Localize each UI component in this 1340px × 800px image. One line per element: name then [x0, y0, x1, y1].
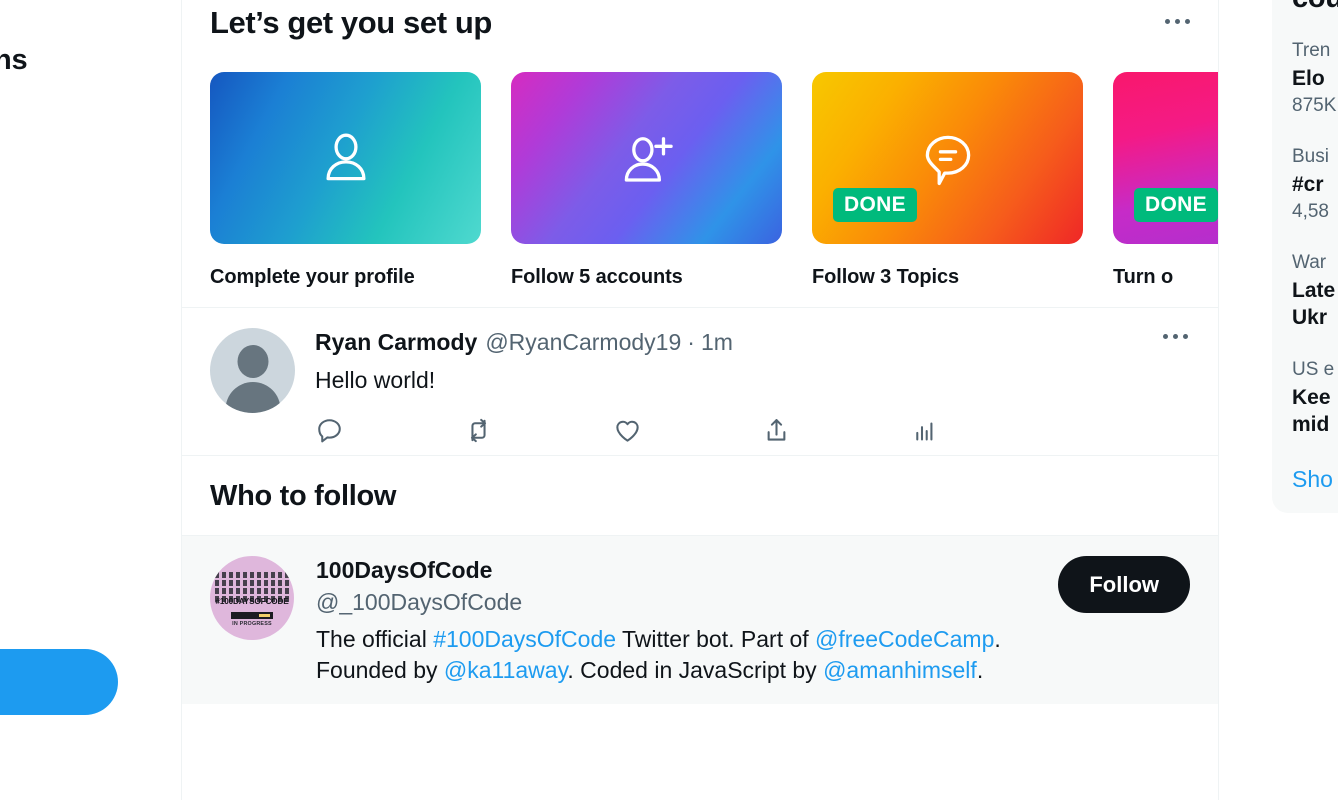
main-timeline-column: Let’s get you set up: [181, 0, 1219, 800]
avatar-progress-bar: [231, 612, 273, 619]
bio-text: .: [977, 657, 983, 683]
avatar[interactable]: [210, 328, 295, 413]
tweet-meta-separator: ·: [687, 328, 695, 356]
who-to-follow-item[interactable]: #100DAYSOFCODE IN PROGRESS 100DaysOfCode…: [182, 536, 1218, 704]
person-add-outline-icon: [614, 125, 680, 191]
setup-card-done-badge: DONE: [833, 188, 917, 222]
bio-text: Twitter bot. Part of: [616, 626, 815, 652]
bio-mention-link[interactable]: @ka11away: [444, 657, 568, 683]
trends-title-line: cou: [1292, 0, 1338, 16]
setup-card[interactable]: Complete your profile: [210, 72, 481, 289]
follow-button[interactable]: Follow: [1058, 556, 1190, 613]
trend-item[interactable]: Tren Elo 875K: [1272, 26, 1338, 132]
trends-card-title: The pro cou: [1272, 0, 1338, 26]
setup-card-label: Turn o: [1113, 266, 1219, 289]
tweet-header: Ryan Carmody @RyanCarmody19 · 1m: [315, 328, 1190, 356]
trend-name: Elo: [1292, 65, 1338, 92]
setup-card-label: Follow 5 accounts: [511, 266, 782, 289]
tweet-text: Hello world!: [315, 365, 1190, 395]
trend-category: Busi: [1292, 145, 1338, 169]
who-to-follow-module: Who to follow #100DAYSOFCODE IN PROGRESS…: [182, 456, 1218, 704]
trend-name: Late Ukr: [1292, 277, 1338, 331]
trend-name: Kee mid: [1292, 384, 1338, 438]
bio-text: .: [994, 626, 1000, 652]
setup-module-divider: [182, 289, 1218, 308]
bio-text: The official: [316, 626, 433, 652]
bio-hashtag-link[interactable]: #100DaysOfCode: [433, 626, 616, 652]
who-to-follow-body: 100DaysOfCode @_100DaysOfCode The offici…: [294, 556, 1190, 686]
tweet-action-bar: [315, 416, 1060, 445]
avatar-label: #100DAYSOFCODE: [210, 597, 294, 606]
avatar-body: [225, 382, 280, 413]
bio-text: Founded by: [316, 657, 444, 683]
setup-cards-row: Complete your profile Follow 5 ac: [182, 46, 1218, 289]
tweet-body: Ryan Carmody @RyanCarmody19 · 1m Hello w…: [295, 328, 1190, 445]
who-to-follow-bio: The official #100DaysOfCode Twitter bot.…: [316, 624, 1190, 686]
trend-item[interactable]: Busi #cr 4,58: [1272, 132, 1338, 238]
who-to-follow-title: Who to follow: [210, 480, 1190, 513]
trends-card: The pro cou Tren Elo 875K Busi #cr 4,58 …: [1272, 0, 1338, 513]
tweet-analytics-button[interactable]: [911, 416, 1060, 445]
setup-card-art: DONE: [812, 72, 1083, 244]
tweet-author-name[interactable]: Ryan Carmody: [315, 328, 477, 356]
trend-item[interactable]: War Late Ukr: [1272, 238, 1338, 345]
bio-mention-link[interactable]: @freeCodeCamp: [815, 626, 994, 652]
trend-name: #cr: [1292, 171, 1338, 198]
tweet-more-icon[interactable]: [1163, 334, 1188, 339]
setup-module-title: Let’s get you set up: [210, 6, 492, 40]
right-sidebar: The pro cou Tren Elo 875K Busi #cr 4,58 …: [1219, 0, 1338, 800]
tweet-share-button[interactable]: [762, 416, 911, 445]
setup-module-more-icon[interactable]: [1165, 19, 1190, 24]
tweet-compose-button[interactable]: Tweet: [0, 649, 118, 715]
tweet-item[interactable]: Ryan Carmody @RyanCarmody19 · 1m Hello w…: [182, 308, 1218, 456]
avatar-progress-label: IN PROGRESS: [210, 621, 294, 627]
person-outline-icon: [313, 125, 379, 191]
bio-mention-link[interactable]: @amanhimself: [823, 657, 977, 683]
trend-count: 875K: [1292, 94, 1338, 118]
avatar-head: [237, 345, 268, 378]
speech-bubble-lines-icon: [915, 125, 981, 191]
bio-text: . Coded in JavaScript by: [567, 657, 823, 683]
tweet-like-button[interactable]: [613, 416, 762, 445]
who-to-follow-header: Who to follow: [182, 456, 1218, 536]
setup-card-art: DONE: [1113, 72, 1219, 244]
setup-card-art: [210, 72, 481, 244]
tweet-reply-button[interactable]: [315, 416, 464, 445]
setup-card-label: Follow 3 Topics: [812, 266, 1083, 289]
trends-show-more-link[interactable]: Sho: [1272, 452, 1338, 499]
setup-card[interactable]: DONE Turn o: [1113, 72, 1219, 289]
twitter-app-window: ns Tweet Let’s get you set up: [0, 0, 1340, 800]
setup-card[interactable]: DONE Follow 3 Topics: [812, 72, 1083, 289]
setup-module: Let’s get you set up: [182, 0, 1218, 308]
trend-category: War: [1292, 251, 1338, 275]
trend-category: US e: [1292, 358, 1338, 382]
setup-module-header: Let’s get you set up: [182, 0, 1218, 46]
tweet-timestamp[interactable]: 1m: [701, 328, 733, 356]
sidebar-item-notifications-label: ns: [0, 44, 27, 77]
trend-item[interactable]: US e Kee mid: [1272, 345, 1338, 452]
setup-card-label: Complete your profile: [210, 266, 481, 289]
setup-card[interactable]: Follow 5 accounts: [511, 72, 782, 289]
trend-count: 4,58: [1292, 200, 1338, 224]
left-sidebar: ns Tweet: [0, 0, 181, 800]
trend-category: Tren: [1292, 39, 1338, 63]
setup-card-art: [511, 72, 782, 244]
avatar[interactable]: #100DAYSOFCODE IN PROGRESS: [210, 556, 294, 640]
tweet-retweet-button[interactable]: [464, 416, 613, 445]
tweet-author-handle[interactable]: @RyanCarmody19: [485, 328, 681, 356]
setup-card-done-badge: DONE: [1134, 188, 1218, 222]
